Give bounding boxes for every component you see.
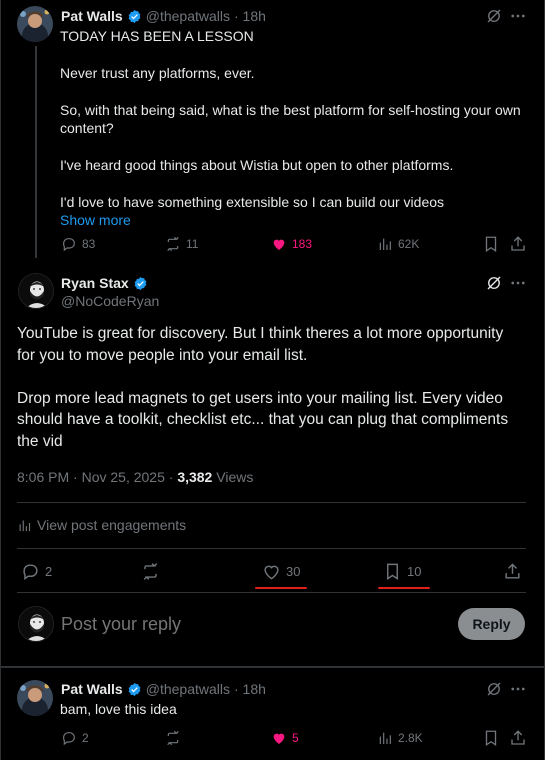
reply-count: 83 — [82, 237, 96, 251]
grok-icon[interactable] — [485, 680, 503, 703]
analytics-icon — [19, 520, 31, 531]
repost-button[interactable]: 11 — [165, 236, 198, 252]
reply-button[interactable]: 83 — [61, 236, 95, 252]
post-time[interactable]: · 18h — [234, 8, 266, 24]
reply-button[interactable]: 2 — [61, 730, 89, 746]
reply-submit-button[interactable]: Reply — [458, 608, 525, 640]
view-count: 62K — [398, 237, 420, 251]
author-name[interactable]: Ryan Stax — [61, 275, 129, 291]
thread-connector-line — [35, 46, 37, 258]
reply-post-text: bam, love this idea — [60, 701, 177, 717]
post-timestamp[interactable]: 8:06 PM · Nov 25, 2025 · — [17, 469, 177, 485]
author-handle[interactable]: @thepatwalls — [146, 681, 230, 697]
reply-button[interactable]: 2 — [21, 562, 52, 581]
share-icon — [511, 730, 525, 745]
repost-icon — [143, 563, 158, 580]
main-post-text: YouTube is great for discovery. But I th… — [17, 323, 532, 452]
reply-count: 2 — [45, 564, 53, 579]
post-text: TODAY HAS BEEN A LESSON Never trust any … — [60, 27, 535, 229]
share-button[interactable] — [503, 562, 522, 586]
view-engagements-link[interactable]: View post engagements — [17, 517, 186, 533]
like-button[interactable]: 30 — [262, 562, 300, 581]
thread-view: Pat Walls @thepatwalls · 18h TODAY HAS B… — [0, 0, 545, 760]
author-handle[interactable]: @NoCodeRyan — [61, 293, 159, 309]
composer-avatar — [18, 606, 54, 642]
post-line: YouTube is great for discovery. But I th… — [17, 325, 504, 342]
like-count: 5 — [292, 731, 299, 745]
share-button[interactable] — [509, 729, 527, 752]
post-timestamp-row: 8:06 PM · Nov 25, 2025 · 3,382 Views — [17, 469, 253, 485]
bookmark-icon — [485, 730, 497, 747]
view-count: 2.8K — [398, 731, 423, 745]
annotation-underline-bookmarks — [378, 587, 430, 589]
annotation-underline-likes — [255, 587, 307, 589]
bookmark-button[interactable]: 10 — [383, 562, 421, 581]
post-line: Drop more lead magnets to get users into… — [17, 389, 503, 407]
author-handle[interactable]: @thepatwalls — [146, 8, 230, 24]
analytics-icon — [379, 238, 391, 250]
repost-button[interactable] — [141, 562, 160, 586]
show-more-link[interactable]: Show more — [60, 211, 535, 229]
reply-button-label: Reply — [472, 616, 511, 632]
like-count: 30 — [286, 564, 301, 579]
verified-badge-icon — [128, 9, 141, 23]
post-line: So, with that being said, what is the be… — [60, 102, 521, 118]
more-options-icon[interactable] — [509, 274, 527, 297]
view-count-number: 3,382 — [177, 469, 213, 485]
bookmark-button[interactable] — [482, 235, 500, 258]
divider — [17, 548, 526, 549]
share-icon — [511, 236, 525, 251]
post-line: for you to move people into your email l… — [17, 346, 308, 364]
views-button[interactable]: 2.8K — [377, 730, 423, 746]
divider — [17, 502, 526, 503]
view-engagements-label: View post engagements — [37, 517, 187, 533]
views-label: Views — [212, 469, 254, 485]
post-line: TODAY HAS BEEN A LESSON — [60, 28, 254, 44]
post-line: I'd love to have something extensible so… — [60, 194, 445, 210]
post-line: I've heard good things about Wistia but … — [60, 157, 454, 173]
post-time[interactable]: · 18h — [234, 681, 266, 697]
verified-badge-icon — [128, 682, 141, 696]
like-button[interactable]: 183 — [271, 236, 312, 252]
heart-filled-icon — [273, 239, 285, 250]
bookmark-icon — [387, 563, 398, 580]
author-name[interactable]: Pat Walls — [61, 681, 123, 697]
verified-badge-icon — [134, 276, 147, 290]
reply-input[interactable] — [61, 610, 441, 638]
repost-count: 11 — [186, 237, 199, 251]
reply-icon — [62, 238, 75, 252]
avatar-pat-walls[interactable] — [17, 680, 53, 716]
section-separator — [1, 666, 545, 668]
bookmark-button[interactable] — [482, 729, 500, 752]
author-name[interactable]: Pat Walls — [61, 8, 123, 24]
post-line: the vid — [17, 432, 63, 450]
repost-icon — [167, 730, 179, 746]
reply-icon — [62, 732, 75, 746]
post-line: should have a toolkit, checklist etc... … — [17, 411, 509, 428]
post-line: content? — [60, 120, 114, 136]
like-button[interactable]: 5 — [271, 730, 299, 746]
reply-count: 2 — [82, 731, 89, 745]
views-button[interactable]: 62K — [377, 236, 419, 252]
heart-filled-icon — [273, 733, 285, 744]
repost-icon — [167, 236, 179, 252]
post-line: Never trust any platforms, ever. — [60, 65, 255, 81]
analytics-icon — [379, 732, 391, 744]
bookmark-icon — [485, 236, 497, 253]
divider — [17, 592, 526, 593]
heart-icon — [264, 565, 279, 580]
share-button[interactable] — [509, 235, 527, 258]
more-options-icon[interactable] — [509, 680, 527, 703]
bookmark-count: 10 — [407, 564, 422, 579]
avatar-ryan-stax[interactable] — [18, 273, 54, 309]
like-count: 183 — [292, 237, 313, 251]
reply-icon — [23, 564, 38, 581]
repost-button[interactable] — [165, 730, 181, 746]
grok-icon[interactable] — [485, 274, 503, 297]
avatar-pat-walls[interactable] — [17, 6, 53, 42]
share-icon — [505, 563, 520, 579]
